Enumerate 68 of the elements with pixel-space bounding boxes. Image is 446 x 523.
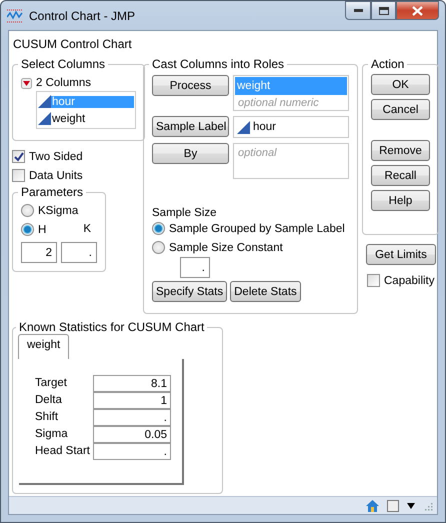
home-icon[interactable] <box>366 500 379 512</box>
checkbox-label: Data Units <box>29 170 83 182</box>
placeholder-text: optional <box>237 146 278 159</box>
checkbox[interactable] <box>12 150 25 163</box>
resize-grip-icon[interactable] <box>423 500 433 510</box>
stat-input[interactable]: . <box>93 443 171 460</box>
stat-label: Delta <box>35 393 63 408</box>
checkbox[interactable] <box>12 169 25 182</box>
action-button[interactable]: Cancel <box>371 99 430 120</box>
radio-button[interactable] <box>21 223 34 236</box>
action-button[interactable]: Remove <box>371 140 430 161</box>
k-input[interactable]: . <box>61 242 97 263</box>
sample-size-input[interactable]: . <box>180 257 210 278</box>
column-item[interactable]: weight <box>51 112 134 124</box>
h-input[interactable]: 2 <box>21 242 57 263</box>
radio-label: KSigma <box>38 204 78 216</box>
continuous-column-icon <box>38 95 51 108</box>
stat-input[interactable]: 0.05 <box>93 426 171 443</box>
stats-button[interactable]: Specify Stats <box>152 281 228 302</box>
action-button[interactable]: OK <box>371 74 430 95</box>
column-count: 2 Columns <box>36 77 91 89</box>
close-icon <box>412 6 423 16</box>
section-label: Sample Size <box>152 207 217 219</box>
radio-button[interactable] <box>152 241 165 254</box>
get-limits-button[interactable]: Get Limits <box>366 244 436 265</box>
role-button[interactable]: Process <box>152 75 229 96</box>
stat-label: Shift <box>35 410 60 425</box>
group-title: Cast Columns into Roles <box>151 57 286 71</box>
dialog-heading: CUSUM Control Chart <box>13 37 133 51</box>
continuous-column-icon <box>237 120 250 134</box>
group-title: Select Columns <box>20 57 106 71</box>
stat-input[interactable]: . <box>93 409 171 426</box>
stat-input[interactable]: 1 <box>93 392 171 409</box>
stat-label: Head Start <box>35 444 91 459</box>
action-button[interactable]: Recall <box>371 165 430 186</box>
radio-label: Sample Size Constant <box>169 242 283 254</box>
radio-button[interactable] <box>152 222 165 235</box>
radio-label: Sample Grouped by Sample Label <box>169 222 345 234</box>
action-button[interactable]: Help <box>371 190 430 211</box>
group-title: Known Statistics for CUSUM Chart <box>18 320 206 334</box>
k-label: K <box>83 222 91 237</box>
stat-label: Target <box>35 376 68 391</box>
placeholder-text: optional numeric <box>237 96 320 109</box>
radio-label: H <box>38 224 46 236</box>
checkbox-icon[interactable] <box>387 500 399 512</box>
stat-input[interactable]: 8.1 <box>93 375 171 392</box>
checkbox-label: Two Sided <box>29 150 83 162</box>
disclosure-icon[interactable] <box>21 78 32 88</box>
dropdown-icon[interactable] <box>407 502 415 508</box>
maximize-button[interactable] <box>371 1 396 20</box>
window-title: Control Chart - JMP <box>29 8 136 22</box>
stats-button[interactable]: Delete Stats <box>230 281 301 302</box>
role-button[interactable]: By <box>152 143 229 164</box>
tab[interactable]: weight <box>18 334 70 359</box>
minimize-button[interactable] <box>345 1 371 20</box>
stat-label: Sigma <box>35 427 69 442</box>
chart-icon <box>7 8 23 22</box>
radio-button[interactable] <box>21 204 34 217</box>
close-button[interactable] <box>396 1 439 20</box>
group-title: Action <box>370 57 406 71</box>
check-icon <box>14 152 24 162</box>
role-button[interactable]: Sample Label <box>152 116 229 137</box>
maximize-icon <box>378 6 388 14</box>
group-title: Parameters <box>20 185 84 199</box>
checkbox[interactable] <box>367 274 380 287</box>
checkbox-label: Capability <box>384 274 434 286</box>
minimize-icon <box>354 9 362 12</box>
continuous-column-icon <box>38 112 51 125</box>
